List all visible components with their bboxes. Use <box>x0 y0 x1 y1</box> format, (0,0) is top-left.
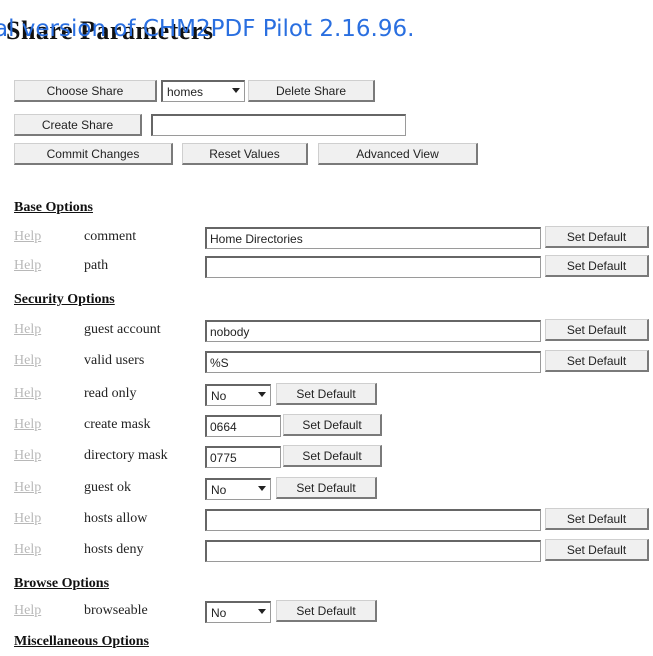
set-default-button-comment[interactable]: Set Default <box>545 226 649 248</box>
param-label-path: path <box>84 258 109 273</box>
help-link-hosts-deny[interactable]: Help <box>14 542 41 558</box>
help-link-create-mask[interactable]: Help <box>14 417 41 433</box>
reset-values-button[interactable]: Reset Values <box>182 143 308 165</box>
guest-ok-select[interactable]: No <box>205 478 271 500</box>
help-link-browseable[interactable]: Help <box>14 603 41 619</box>
valid-users-input[interactable]: %S <box>205 351 541 373</box>
set-default-button-browseable[interactable]: Set Default <box>276 600 377 622</box>
set-default-button-hosts-deny[interactable]: Set Default <box>545 539 649 561</box>
help-link-path[interactable]: Help <box>14 258 41 274</box>
watermark-text: al version of CHM2PDF Pilot 2.16.96. <box>0 16 415 42</box>
share-select[interactable]: homes <box>161 80 245 102</box>
param-label-browseable: browseable <box>84 603 148 618</box>
help-link-read-only[interactable]: Help <box>14 386 41 402</box>
set-default-button-read-only[interactable]: Set Default <box>276 383 377 405</box>
param-label-comment: comment <box>84 229 137 244</box>
share-select-value: homes <box>167 84 204 99</box>
param-label-directory-mask: directory mask <box>84 448 168 463</box>
chevron-down-icon <box>258 486 266 491</box>
hosts-allow-input[interactable] <box>205 509 541 531</box>
guest-ok-select-value: No <box>211 482 227 497</box>
param-label-guest-ok: guest ok <box>84 480 132 495</box>
section-heading-base-options: Base Options <box>14 200 93 215</box>
help-link-comment[interactable]: Help <box>14 229 41 245</box>
section-heading-security-options: Security Options <box>14 292 115 307</box>
set-default-button-path[interactable]: Set Default <box>545 255 649 277</box>
chevron-down-icon <box>232 88 240 93</box>
set-default-button-hosts-allow[interactable]: Set Default <box>545 508 649 530</box>
set-default-button-directory-mask[interactable]: Set Default <box>283 445 382 467</box>
create-mask-input[interactable]: 0664 <box>205 415 281 437</box>
param-label-hosts-allow: hosts allow <box>84 511 148 526</box>
chevron-down-icon <box>258 392 266 397</box>
guest-account-input[interactable]: nobody <box>205 320 541 342</box>
chevron-down-icon <box>258 609 266 614</box>
browseable-select-value: No <box>211 605 227 620</box>
help-link-guest-ok[interactable]: Help <box>14 480 41 496</box>
help-link-valid-users[interactable]: Help <box>14 353 41 369</box>
help-link-directory-mask[interactable]: Help <box>14 448 41 464</box>
help-link-hosts-allow[interactable]: Help <box>14 511 41 527</box>
browseable-select[interactable]: No <box>205 601 271 623</box>
choose-share-button[interactable]: Choose Share <box>14 80 157 102</box>
comment-input[interactable]: Home Directories <box>205 227 541 249</box>
advanced-view-button[interactable]: Advanced View <box>318 143 478 165</box>
param-label-valid-users: valid users <box>84 353 145 368</box>
set-default-button-guest-account[interactable]: Set Default <box>545 319 649 341</box>
section-heading-browse-options: Browse Options <box>14 576 110 591</box>
section-heading-miscellaneous-options: Miscellaneous Options <box>14 634 149 649</box>
help-link-guest-account[interactable]: Help <box>14 322 41 338</box>
commit-changes-button[interactable]: Commit Changes <box>14 143 173 165</box>
create-share-button[interactable]: Create Share <box>14 114 142 136</box>
param-label-create-mask: create mask <box>84 417 151 432</box>
directory-mask-input[interactable]: 0775 <box>205 446 281 468</box>
set-default-button-valid-users[interactable]: Set Default <box>545 350 649 372</box>
param-label-hosts-deny: hosts deny <box>84 542 144 557</box>
read-only-select[interactable]: No <box>205 384 271 406</box>
create-share-input[interactable] <box>151 114 406 136</box>
param-label-guest-account: guest account <box>84 322 161 337</box>
read-only-select-value: No <box>211 388 227 403</box>
set-default-button-create-mask[interactable]: Set Default <box>283 414 382 436</box>
hosts-deny-input[interactable] <box>205 540 541 562</box>
set-default-button-guest-ok[interactable]: Set Default <box>276 477 377 499</box>
path-input[interactable] <box>205 256 541 278</box>
delete-share-button[interactable]: Delete Share <box>248 80 375 102</box>
param-label-read-only: read only <box>84 386 137 401</box>
